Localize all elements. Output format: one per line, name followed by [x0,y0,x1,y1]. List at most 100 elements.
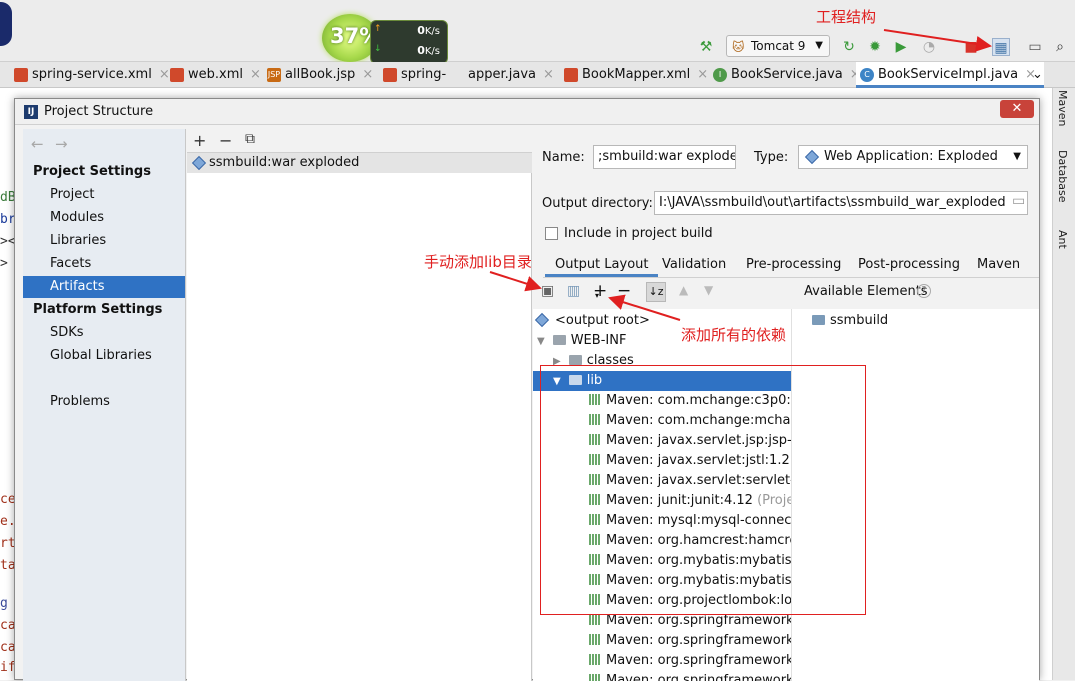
tab-pre-processing[interactable]: Pre-processing [746,255,841,277]
folder-browse-icon[interactable]: ▭ [1012,193,1025,209]
code-fragment: ca [0,618,14,633]
close-tab-icon[interactable]: × [250,67,261,82]
database-tool-label[interactable]: Database [1056,150,1069,203]
help-icon[interactable]: ? [917,284,931,298]
available-element-item[interactable]: ssmbuild [812,311,888,331]
artifact-icon [191,155,207,171]
annotation-add-lib: 手动添加lib目录 [424,253,532,271]
nav-item-artifacts[interactable]: Artifacts [23,276,185,298]
editor-tab[interactable]: IBookService.java× [709,62,861,88]
class-icon: C [860,68,874,82]
type-select[interactable]: Web Application: Exploded ▼ [798,145,1028,169]
forward-arrow-icon[interactable]: → [55,135,68,153]
nav-item-libraries[interactable]: Libraries [23,230,185,252]
close-tab-icon[interactable]: × [543,67,554,82]
back-arrow-icon[interactable]: ← [31,135,44,153]
nav-item-global-libraries[interactable]: Global Libraries [23,345,185,367]
copy-icon[interactable]: ⧉ [245,131,255,147]
editor-tab[interactable]: BookMapper.xml × [560,62,708,88]
name-field[interactable]: ;smbuild:war exploded [593,145,736,169]
editor-tab[interactable]: web.xml × [166,62,261,88]
output-dir-field[interactable]: I:\JAVA\ssmbuild\out\artifacts\ssmbuild_… [654,191,1028,215]
dialog-title: Project Structure [44,104,154,119]
build-hammer-icon[interactable]: ⚒ [697,38,715,56]
upload-speed: 0K/s [380,24,440,37]
tab-post-processing[interactable]: Post-processing [858,255,960,277]
upload-value: 0 [417,24,425,37]
maven-tool-label[interactable]: Maven [1056,90,1069,126]
tab-validation[interactable]: Validation [662,255,726,277]
archive-icon[interactable]: ▥ [567,283,580,299]
lib-highlight-box [540,365,866,615]
code-fragment: ce [0,492,14,507]
tabs-overflow-icon[interactable]: ⌄ [1032,62,1043,88]
close-tab-icon[interactable]: × [362,67,373,82]
tool-window-strip: Maven Database Ant [1052,88,1075,680]
editor-tab-label: apper.java [468,67,536,82]
code-fragment: > [0,256,8,271]
jsp-file-icon: JSP [267,68,281,82]
close-tab-icon[interactable]: × [697,67,708,82]
library-item[interactable]: Maven: org.springframework:sp [533,651,791,671]
web-app-icon [804,149,820,165]
new-folder-icon[interactable]: ▣ [541,283,554,299]
editor-tab[interactable]: spring-service.xml × [10,62,170,88]
tree-item-label: Maven: org.springframework:sp [606,613,791,628]
run-config-label: Tomcat 9 [751,39,806,53]
run-config-select[interactable]: 🐱 Tomcat 9 ▼ [726,35,830,57]
sort-icon[interactable]: ↓z [646,282,666,302]
editor-tab-label: spring-service.xml [32,67,152,82]
nav-item-facets[interactable]: Facets [23,253,185,275]
tomcat-icon: 🐱 [732,40,745,54]
remove-icon[interactable]: − [219,131,232,150]
ide-toolbar: 37% ↑ ↓ 0K/s 0K/s ⚒ 🐱 Tomcat 9 ▼ ↻ ✹ ▶ ◔… [0,0,1075,64]
code-fragment: >< [0,234,14,249]
tab-maven[interactable]: Maven [977,255,1020,277]
remove-icon[interactable]: − [617,281,631,301]
editor-tab[interactable]: JSP allBook.jsp × [263,62,373,88]
editor-tab-label: BookServiceImpl.java [878,67,1019,82]
library-icon [589,654,601,665]
move-up-icon[interactable]: ▲ [679,283,688,297]
output-dir-label: Output directory: [542,196,653,211]
project-structure-icon[interactable]: ▦ [992,38,1010,56]
artifact-list-item[interactable]: ssmbuild:war exploded [187,153,532,173]
search-icon[interactable]: ⌕ [1051,38,1069,56]
code-fragment: br [0,212,14,227]
library-item[interactable]: Maven: org.springframework:sp [533,631,791,651]
intellij-logo-icon: IJ [24,105,38,119]
coverage-icon[interactable]: ▶ [892,38,910,56]
add-icon[interactable]: + [193,131,206,150]
nav-item-problems[interactable]: Problems [23,391,185,413]
debug-bug-icon[interactable]: ✹ [866,38,884,56]
tree-item-label: Maven: org.springframework:sp [606,633,791,648]
layout-icon[interactable]: ▭ [1026,38,1044,56]
ant-tool-label[interactable]: Ant [1056,230,1069,249]
close-button[interactable]: ✕ [1000,100,1034,118]
xml-file-icon [14,68,28,82]
nav-item-modules[interactable]: Modules [23,207,185,229]
rerun-icon[interactable]: ↻ [840,38,858,56]
include-in-build-checkbox[interactable] [545,227,558,240]
move-down-icon[interactable]: ▼ [704,283,713,297]
code-fragment: e. [0,514,14,529]
network-speed-widget: 37% ↑ ↓ 0K/s 0K/s [322,14,452,66]
library-icon [589,634,601,645]
profile-icon[interactable]: ◔ [920,38,938,56]
code-fragment: dB [0,190,14,205]
interface-icon: I [713,68,727,82]
tab-output-layout[interactable]: Output Layout [545,255,659,277]
editor-tab[interactable]: spring- [379,62,446,88]
stop-icon[interactable]: ■ [962,38,980,56]
nav-item-project[interactable]: Project [23,184,185,206]
name-label: Name: [542,150,585,165]
include-in-build-label: Include in project build [564,226,713,241]
nav-item-sdks[interactable]: SDKs [23,322,185,344]
xml-file-icon [170,68,184,82]
chevron-down-icon: ▾ [595,291,600,300]
expand-arrow-icon[interactable]: ▼ [537,336,545,347]
xml-file-icon [383,68,397,82]
editor-tab[interactable]: apper.java × [468,62,554,88]
editor-tab[interactable]: C BookServiceImpl.java × [856,62,1045,88]
platform-settings-header: Platform Settings [33,302,163,317]
